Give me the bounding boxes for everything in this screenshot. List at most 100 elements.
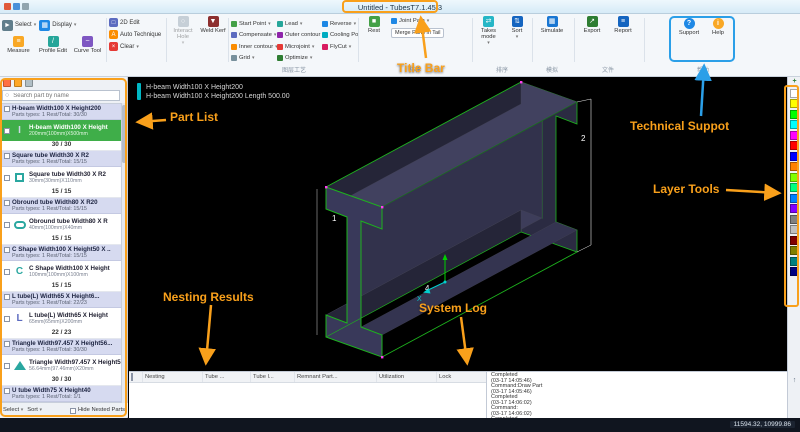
part-group-header[interactable]: L tube(L) Width65 X Height6... Parts typ… xyxy=(2,292,121,308)
layer-color-swatch[interactable] xyxy=(790,194,799,203)
bottom-panel: Nesting Tube ... Tube l... Remnant Part.… xyxy=(129,371,787,418)
part-group-header[interactable]: Triangle Width97.457 X Height56... Parts… xyxy=(2,339,121,355)
save-icon[interactable] xyxy=(13,3,20,10)
part-item[interactable]: L L tube(L) Width65 X Height 65mm(65mm)X… xyxy=(2,308,121,329)
lead-button[interactable]: Lead ▾ xyxy=(277,18,322,30)
reverse-button[interactable]: Reverse ▾ xyxy=(322,18,359,30)
simulate-button[interactable]: ▦ Simulate xyxy=(535,16,569,34)
part-item-checkbox[interactable] xyxy=(4,222,10,228)
grid-button[interactable]: Grid ▾ xyxy=(231,53,277,65)
curve-tool-button[interactable]: ~ Curve Tool xyxy=(71,36,104,54)
layer-color-swatch[interactable] xyxy=(790,204,799,213)
start-point-button[interactable]: Start Point ▾ xyxy=(231,18,277,30)
part-item[interactable]: Square tube Width30 X R2 30mm(30mm)X110m… xyxy=(2,167,121,188)
layer-color-swatch[interactable] xyxy=(790,110,799,119)
select-button[interactable]: ► Select ▾ xyxy=(2,16,36,34)
help-button[interactable]: i Help xyxy=(708,18,728,36)
flycut-button[interactable]: FlyCut ▾ xyxy=(322,41,359,53)
search-input[interactable] xyxy=(11,93,115,99)
outer-contour-button[interactable]: Outer contour ▾ xyxy=(277,30,322,42)
part-group-checkbox[interactable] xyxy=(4,247,10,253)
report-button[interactable]: ≡ Report xyxy=(610,16,636,34)
nesting-results-table[interactable]: Nesting Tube ... Tube l... Remnant Part.… xyxy=(129,372,487,419)
hide-nested-checkbox[interactable] xyxy=(70,408,76,414)
part-group-header[interactable]: Square tube Width30 X R2 Parts types: 1 … xyxy=(2,151,121,167)
rest-button[interactable]: ■ Rest xyxy=(361,16,387,38)
layer-color-swatch[interactable] xyxy=(790,257,799,266)
part-list-scrollbar[interactable] xyxy=(122,103,126,403)
column-header-remnant[interactable]: Remnant Part... xyxy=(295,372,377,382)
layer-color-swatch[interactable] xyxy=(790,131,799,140)
merge-parts-in-tail-button[interactable]: Merge Parts in Tail xyxy=(391,28,444,38)
clear-button[interactable]: × Clear ▾ xyxy=(109,42,166,51)
part-group-header[interactable]: Obround tube Width80 X R20 Parts types: … xyxy=(2,198,121,214)
layer-color-swatch[interactable] xyxy=(790,267,799,276)
part-item-checkbox[interactable] xyxy=(4,269,10,275)
part-item-checkbox[interactable] xyxy=(4,175,10,181)
part-group-header[interactable]: H-beam Width100 X Height200 Parts types:… xyxy=(2,104,121,120)
layer-color-swatch[interactable] xyxy=(790,183,799,192)
export-button[interactable]: ↗ Export xyxy=(578,16,606,34)
sort-button[interactable]: ⇅ Sort ▾ xyxy=(505,16,529,46)
part-item[interactable]: Triangle Width97.457 X Height5 56.64mm(9… xyxy=(2,355,121,376)
profile-edit-button[interactable]: / Profile Edit xyxy=(36,36,70,54)
part-group-checkbox[interactable] xyxy=(4,153,10,159)
layer-color-swatch[interactable] xyxy=(790,152,799,161)
microjoint-button[interactable]: Microjoint ▾ xyxy=(277,41,322,53)
add-part-cube-icon[interactable] xyxy=(3,79,11,87)
column-header-utilization[interactable]: Utilization xyxy=(377,372,437,382)
scrollbar-thumb[interactable] xyxy=(122,105,126,163)
part-group-checkbox[interactable] xyxy=(4,294,10,300)
layer-color-swatch[interactable] xyxy=(790,89,799,98)
column-header-nesting[interactable]: Nesting xyxy=(143,372,203,382)
layer-color-swatch[interactable] xyxy=(790,120,799,129)
remove-part-cube-icon[interactable] xyxy=(25,79,33,87)
measure-button[interactable]: ≡ Measure xyxy=(2,36,35,54)
part-item[interactable]: C C Shape Width100 X Height 100mm(100mm)… xyxy=(2,261,121,282)
interact-hole-button[interactable]: ○ Interact Hole ▾ xyxy=(169,16,197,46)
layer-up-icon[interactable]: ↑ xyxy=(788,377,800,384)
footer-select-button[interactable]: Select ▾ xyxy=(3,407,23,413)
weld-kerf-button[interactable]: ▼ Weld Kerf xyxy=(199,16,227,46)
part-group-header[interactable]: U tube Width75 X Height40 Parts types: 1… xyxy=(2,386,121,402)
column-header-tube[interactable]: Tube ... xyxy=(203,372,251,382)
viewport-3d[interactable]: 1 2 4 X H-beam Width100 X Height200 H-be… xyxy=(129,77,787,371)
optimize-button[interactable]: Optimize ▾ xyxy=(277,53,322,65)
layer-color-swatch[interactable] xyxy=(790,246,799,255)
layer-color-swatch[interactable] xyxy=(790,225,799,234)
cooling-point-button[interactable]: Cooling Point ▾ xyxy=(322,30,359,42)
hide-nested-parts-toggle[interactable]: Hide Nested Parts xyxy=(70,407,125,414)
part-group-checkbox[interactable] xyxy=(4,388,10,394)
part-item-checkbox[interactable] xyxy=(4,128,10,134)
layer-color-swatch[interactable] xyxy=(790,141,799,150)
part-item[interactable]: Obround tube Width80 X R 40mm(100mm)X40m… xyxy=(2,214,121,235)
part-item-selected[interactable]: I H-beam Width100 X Height 200mm(100mm)X… xyxy=(2,120,121,141)
part-group-header[interactable]: C Shape Width100 X Height50 X .. Parts t… xyxy=(2,245,121,261)
layer-color-swatch[interactable] xyxy=(790,173,799,182)
part-item-checkbox[interactable] xyxy=(4,363,10,369)
layer-color-swatch[interactable] xyxy=(790,162,799,171)
system-log[interactable]: Completed (03-17 14:05:46) Command:Draw … xyxy=(487,372,787,418)
part-item-checkbox[interactable] xyxy=(4,316,10,322)
2d-edit-button[interactable]: □ 2D Edit xyxy=(109,18,166,27)
layer-color-swatch[interactable] xyxy=(790,236,799,245)
import-part-cube-icon[interactable] xyxy=(14,79,22,87)
column-header-lock[interactable]: Lock xyxy=(437,372,477,382)
part-group-checkbox[interactable] xyxy=(4,341,10,347)
part-group-checkbox[interactable] xyxy=(4,200,10,206)
undo-icon[interactable] xyxy=(22,3,29,10)
takes-mode-button[interactable]: ⇄ Takes mode ▾ xyxy=(475,16,502,46)
table-select-all-checkbox[interactable] xyxy=(129,372,143,382)
joint-path-button[interactable]: Joint Path ▾ xyxy=(391,18,444,24)
support-button[interactable]: ? Support xyxy=(676,18,702,36)
auto-technique-button[interactable]: A Auto Technique xyxy=(109,30,166,39)
column-header-tube-length[interactable]: Tube l... xyxy=(251,372,295,382)
footer-sort-button[interactable]: Sort ▾ xyxy=(27,407,42,413)
display-button[interactable]: ▦ Display ▾ xyxy=(39,16,76,34)
layer-color-swatch[interactable] xyxy=(790,215,799,224)
part-group-checkbox[interactable] xyxy=(4,106,10,112)
compensate-button[interactable]: Compensate ▾ xyxy=(231,30,277,42)
inner-contour-button[interactable]: Inner contour ▾ xyxy=(231,41,277,53)
add-layer-icon[interactable]: + xyxy=(788,77,800,87)
layer-color-swatch[interactable] xyxy=(790,99,799,108)
